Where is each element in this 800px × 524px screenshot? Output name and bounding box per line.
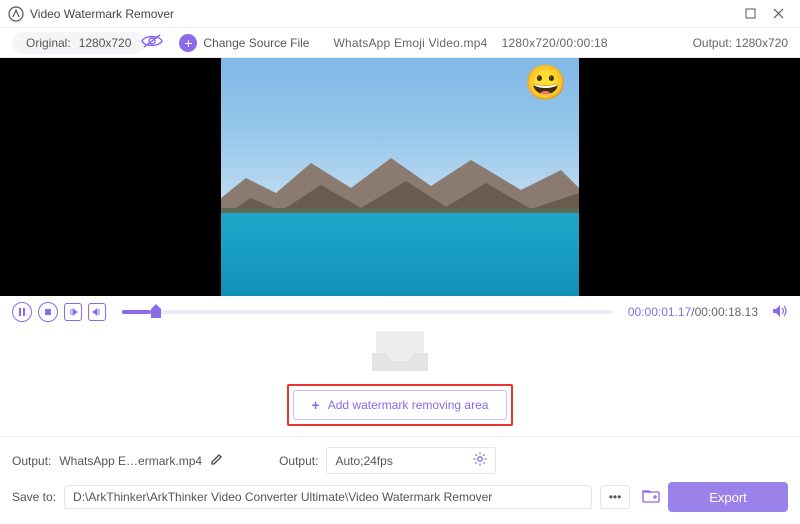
watermark-emoji-icon: 😀: [525, 66, 567, 100]
preview-toggle-icon[interactable]: [141, 33, 163, 52]
browse-button[interactable]: •••: [600, 485, 630, 509]
output-label: Output:: [693, 36, 732, 50]
output-format-value: Auto;24fps: [335, 454, 465, 468]
change-source-button[interactable]: + Change Source File: [179, 34, 309, 52]
stop-button[interactable]: [38, 302, 58, 322]
player-controls: 00:00:01.17/00:00:18.13: [0, 296, 800, 328]
output-filename-label: Output:: [12, 454, 51, 468]
watermark-area-zone: + Add watermark removing area: [0, 328, 800, 436]
original-resolution-pill: Original: 1280x720: [12, 32, 145, 54]
output-resolution-info: Output: 1280x720: [693, 36, 788, 50]
output-resolution: 1280x720: [735, 36, 788, 50]
time-current: 00:00:01.17: [628, 305, 691, 319]
pause-button[interactable]: [12, 302, 32, 322]
source-file-name: WhatsApp Emoji Video.mp4: [333, 36, 487, 50]
original-label: Original:: [26, 36, 71, 50]
saveto-path-field[interactable]: D:\ArkThinker\ArkThinker Video Converter…: [64, 485, 592, 509]
plus-circle-icon: +: [179, 34, 197, 52]
time-duration: 00:00:18.13: [695, 305, 758, 319]
open-folder-icon[interactable]: [642, 489, 660, 506]
output-format-label: Output:: [279, 454, 318, 468]
output-format-field[interactable]: Auto;24fps: [326, 447, 496, 474]
tray-icon: [370, 329, 430, 376]
top-toolbar: Original: 1280x720 + Change Source File …: [0, 28, 800, 58]
seek-slider[interactable]: [122, 310, 612, 314]
video-frame: 😀: [221, 58, 579, 296]
output-filename: WhatsApp E…ermark.mp4: [59, 454, 202, 468]
window-close-button[interactable]: [764, 3, 792, 25]
source-file-duration: 00:00:18: [559, 36, 607, 50]
add-area-callout: + Add watermark removing area: [287, 384, 514, 426]
video-preview[interactable]: 😀: [0, 58, 800, 296]
export-label: Export: [709, 490, 747, 505]
export-button[interactable]: Export: [668, 482, 788, 512]
app-logo-icon: [8, 6, 24, 22]
ellipsis-icon: •••: [609, 490, 622, 504]
original-resolution: 1280x720: [79, 36, 132, 50]
set-end-button[interactable]: [88, 303, 106, 321]
volume-button[interactable]: [772, 304, 788, 321]
edit-filename-icon[interactable]: [210, 453, 223, 469]
source-file-resolution: 1280x720: [502, 36, 556, 50]
time-display: 00:00:01.17/00:00:18.13: [628, 305, 758, 319]
add-watermark-area-button[interactable]: + Add watermark removing area: [293, 390, 508, 420]
saveto-label: Save to:: [12, 490, 56, 504]
window-maximize-button[interactable]: [736, 3, 764, 25]
source-file-info: WhatsApp Emoji Video.mp4 1280x720/00:00:…: [333, 36, 607, 50]
titlebar: Video Watermark Remover: [0, 0, 800, 28]
change-source-label: Change Source File: [203, 36, 309, 50]
window-title: Video Watermark Remover: [30, 7, 736, 21]
set-start-button[interactable]: [64, 303, 82, 321]
saveto-path: D:\ArkThinker\ArkThinker Video Converter…: [73, 490, 492, 504]
plus-icon: +: [312, 397, 320, 413]
gear-icon[interactable]: [473, 452, 487, 469]
bottom-panel: Output: WhatsApp E…ermark.mp4 Output: Au…: [0, 436, 800, 524]
add-area-label: Add watermark removing area: [328, 398, 489, 412]
seek-thumb-icon: [151, 304, 161, 318]
